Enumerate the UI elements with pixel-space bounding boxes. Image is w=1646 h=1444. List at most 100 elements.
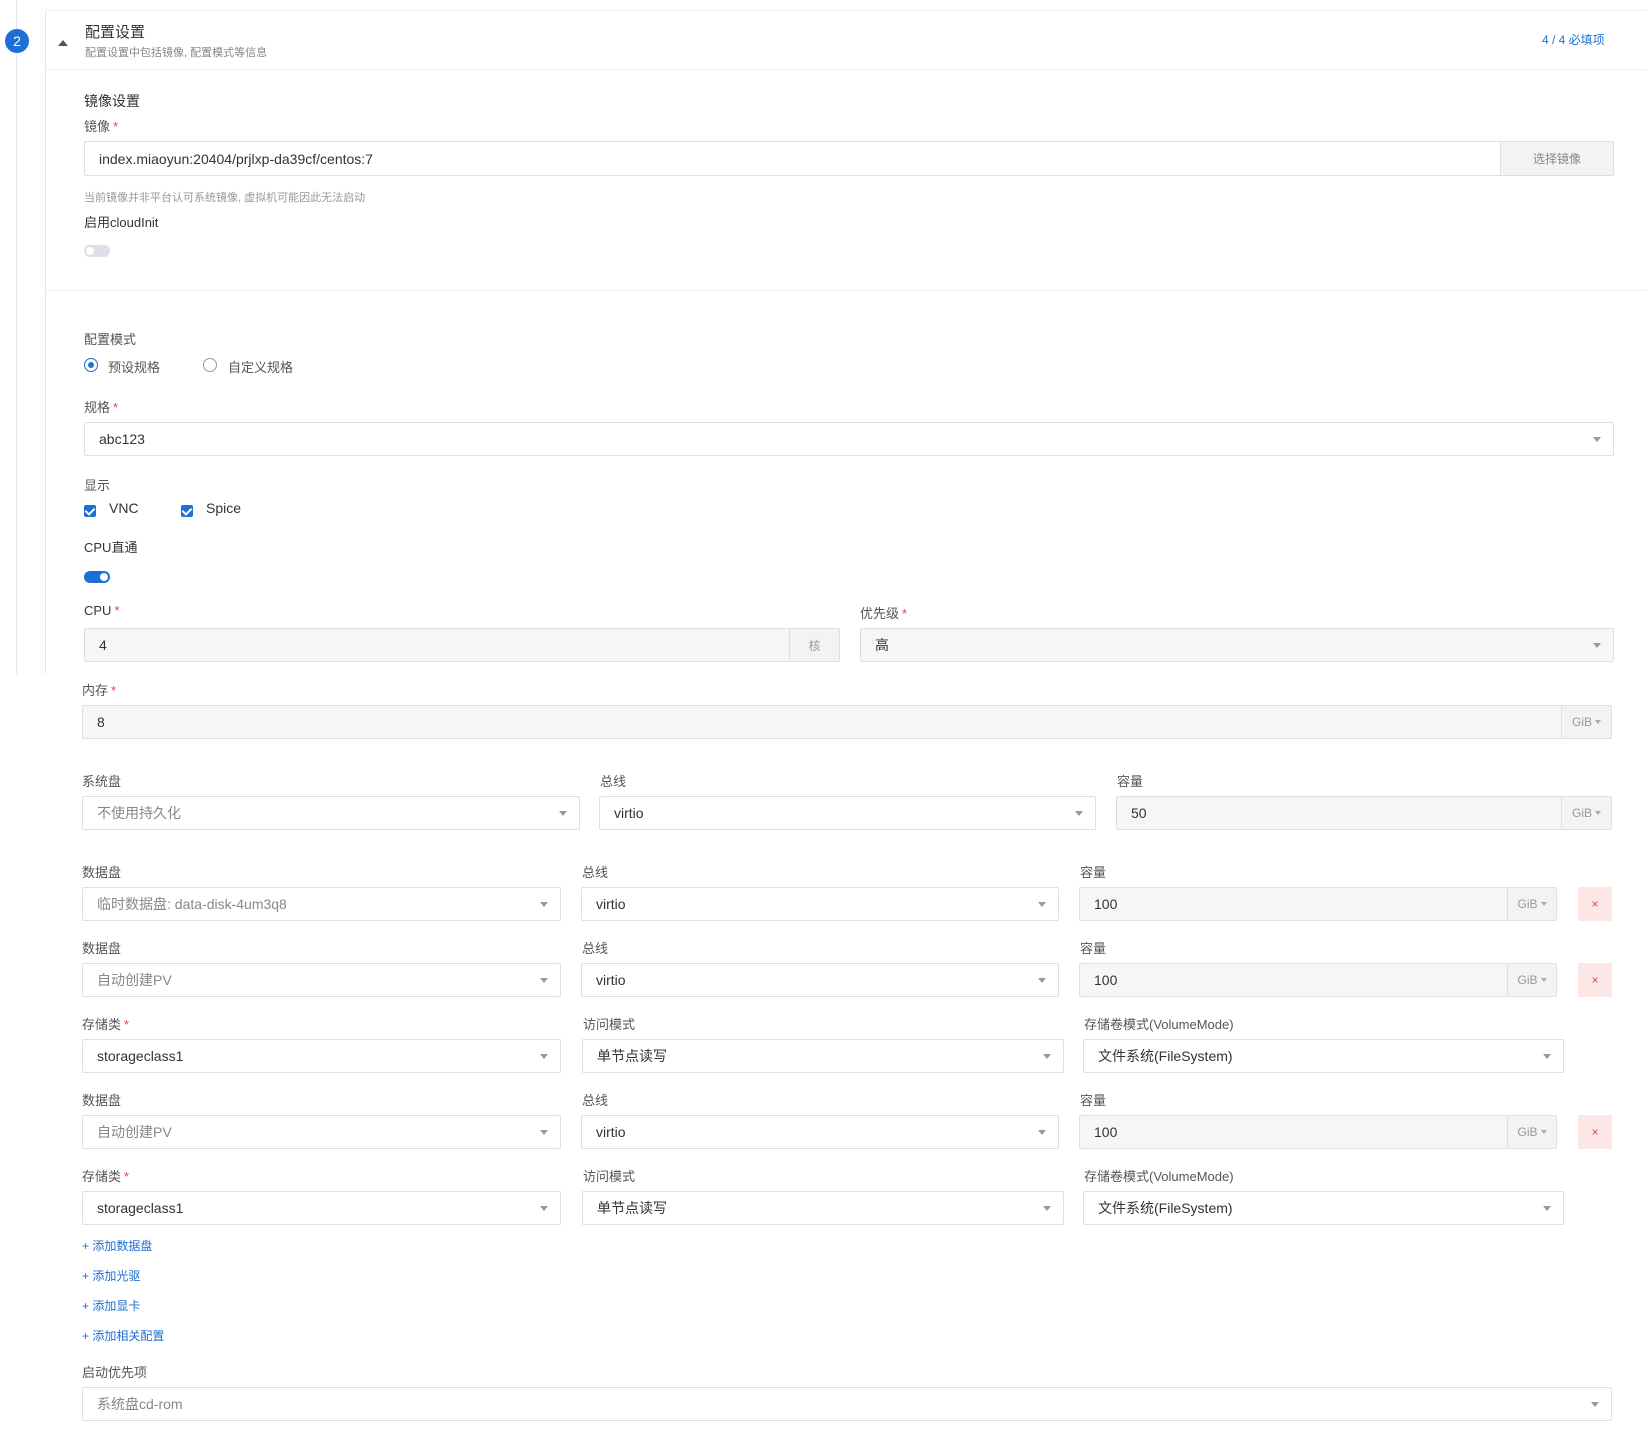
select-image-button[interactable]: 选择镜像 [1500,142,1613,175]
display-label: 显示 [84,478,111,493]
priority-select[interactable]: 高 [860,628,1614,662]
add-data-disk-link[interactable]: + 添加数据盘 [82,1237,152,1254]
storage-class-label: 存储类 * [82,1017,130,1032]
timeline-line [16,0,17,674]
data-disk-capacity-input[interactable]: 100 GiB [1079,1115,1557,1149]
data-disk-select[interactable]: 临时数据盘: data-disk-4um3q8 [82,887,561,921]
chevron-down-icon [1591,1402,1599,1407]
spec-select[interactable]: abc123 [84,422,1614,456]
data-disk-bus-select[interactable]: virtio [581,1115,1059,1149]
system-disk-select[interactable]: 不使用持久化 [82,796,580,830]
data-disk-bus-value: virtio [596,896,626,912]
cpu-passthrough-toggle[interactable] [84,571,110,583]
delete-data-disk-button[interactable]: × [1578,1115,1612,1149]
storage-class-select[interactable]: storageclass1 [82,1039,561,1073]
checkbox-spice[interactable] [181,505,193,517]
volume-mode-select[interactable]: 文件系统(FileSystem) [1083,1039,1564,1073]
chevron-down-icon [1075,811,1083,816]
chevron-down-icon [1038,902,1046,907]
system-disk-bus-value: virtio [614,805,644,821]
boot-priority-label: 启动优先项 [82,1365,148,1380]
data-disk-capacity-value: 100 [1094,1124,1118,1140]
priority-value: 高 [875,637,889,653]
delete-data-disk-button[interactable]: × [1578,963,1612,997]
data-disk-select[interactable]: 自动创建PV [82,963,561,997]
image-input[interactable]: index.miaoyun:20404/prjlxp-da39cf/centos… [84,141,1614,176]
section-divider [45,290,1646,291]
required-count: 4 / 4 必填项 [1542,33,1605,47]
radio-preset-spec-label: 预设规格 [108,360,161,375]
access-mode-label: 访问模式 [583,1169,636,1184]
access-mode-label: 访问模式 [583,1017,636,1032]
cpu-unit: 核 [789,629,839,661]
memory-input[interactable]: 8 GiB [82,705,1612,739]
section-title: 配置设置 [85,24,146,41]
data-disk-capacity-input[interactable]: 100 GiB [1079,963,1557,997]
data-disk-bus-label: 总线 [582,865,609,880]
volume-mode-value: 文件系统(FileSystem) [1098,1200,1233,1216]
radio-preset-spec[interactable] [84,358,98,372]
data-disk-capacity-input[interactable]: 100 GiB [1079,887,1557,921]
collapse-toggle[interactable] [58,40,70,48]
panel-top-border [45,10,1646,11]
access-mode-select[interactable]: 单节点读写 [582,1039,1064,1073]
chevron-down-icon [540,978,548,983]
checkbox-vnc[interactable] [84,505,96,517]
config-mode-label: 配置模式 [84,332,137,347]
add-cdrom-link[interactable]: + 添加光驱 [82,1267,140,1284]
capacity-unit-select[interactable]: GiB [1507,888,1556,920]
checkbox-spice-label: Spice [206,500,242,516]
access-mode-select[interactable]: 单节点读写 [582,1191,1064,1225]
data-disk-label: 数据盘 [82,941,122,956]
data-disk-bus-select[interactable]: virtio [581,887,1059,921]
radio-custom-spec-label: 自定义规格 [228,360,294,375]
data-disk-capacity-value: 100 [1094,896,1118,912]
radio-custom-spec[interactable] [203,358,217,372]
storage-class-select[interactable]: storageclass1 [82,1191,561,1225]
step-number-badge: 2 [5,29,29,53]
data-disk-value: 自动创建PV [97,972,172,988]
image-settings-heading: 镜像设置 [84,93,140,109]
memory-unit-select[interactable]: GiB [1561,706,1611,738]
chevron-down-icon [540,1206,548,1211]
data-disk-bus-value: virtio [596,972,626,988]
system-disk-capacity-input[interactable]: 50 GiB [1116,796,1612,830]
image-label: 镜像 * [84,119,119,134]
volume-mode-select[interactable]: 文件系统(FileSystem) [1083,1191,1564,1225]
panel-left-border [45,10,46,674]
delete-data-disk-button[interactable]: × [1578,887,1612,921]
checkbox-vnc-label: VNC [109,500,139,516]
chevron-down-icon [540,1130,548,1135]
boot-priority-select[interactable]: 系统盘cd-rom [82,1387,1612,1421]
capacity-unit-select[interactable]: GiB [1561,797,1611,829]
data-disk-select[interactable]: 自动创建PV [82,1115,561,1149]
chevron-down-icon [1543,1054,1551,1059]
storage-class-label: 存储类 * [82,1169,130,1184]
data-disk-bus-value: virtio [596,1124,626,1140]
cpu-passthrough-label: CPU直通 [84,540,138,555]
data-disk-label: 数据盘 [82,1093,122,1108]
capacity-unit-select[interactable]: GiB [1507,1116,1556,1148]
cloudinit-label: 启用cloudInit [84,215,159,230]
cpu-input[interactable]: 4 核 [84,628,840,662]
data-disk-label: 数据盘 [82,865,122,880]
cloudinit-toggle[interactable] [84,245,110,257]
chevron-down-icon [540,902,548,907]
add-related-config-link[interactable]: + 添加相关配置 [82,1327,164,1344]
data-disk-capacity-label: 容量 [1080,865,1107,880]
data-disk-bus-select[interactable]: virtio [581,963,1059,997]
access-mode-value: 单节点读写 [597,1048,667,1064]
image-warning: 当前镜像并非平台认可系统镜像, 虚拟机可能因此无法启动 [84,192,366,204]
add-gpu-link[interactable]: + 添加显卡 [82,1297,140,1314]
priority-label: 优先级 * [860,606,908,621]
system-disk-capacity-label: 容量 [1117,774,1144,789]
system-disk-capacity-value: 50 [1131,805,1147,821]
system-disk-label: 系统盘 [82,774,122,789]
chevron-down-icon [1043,1054,1051,1059]
image-value: index.miaoyun:20404/prjlxp-da39cf/centos… [99,150,373,167]
capacity-unit-select[interactable]: GiB [1507,964,1556,996]
memory-label: 内存 * [82,683,117,698]
system-disk-bus-select[interactable]: virtio [599,796,1096,830]
system-disk-bus-label: 总线 [600,774,627,789]
chevron-down-icon [1043,1206,1051,1211]
